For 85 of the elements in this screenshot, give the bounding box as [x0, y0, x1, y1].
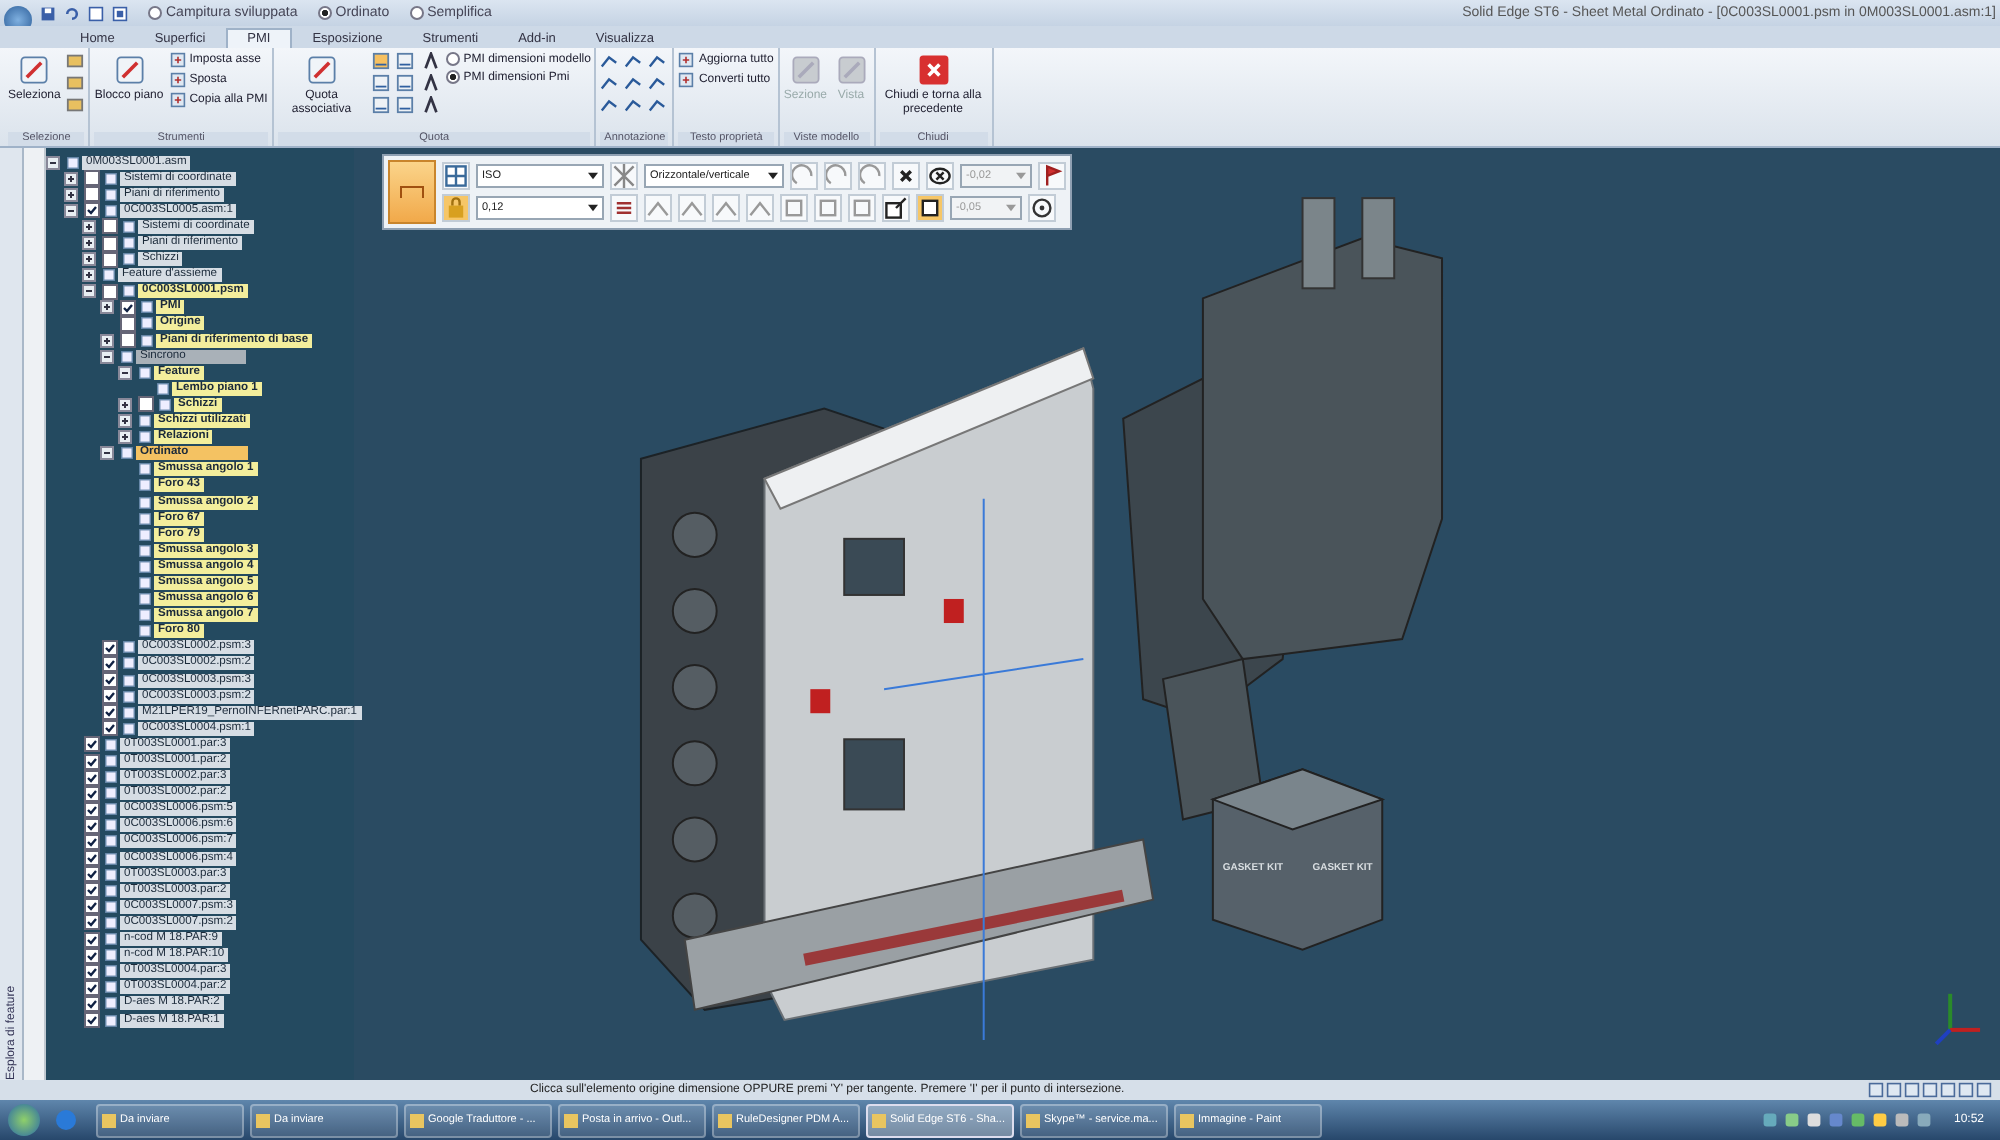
dimension-tool-icon[interactable] — [371, 74, 390, 92]
tool-icon — [16, 52, 53, 88]
caret-icon — [768, 172, 778, 180]
expand-toggle[interactable] — [100, 333, 114, 348]
dimension-tool-icon[interactable] — [395, 96, 414, 114]
undo-icon[interactable] — [64, 5, 80, 21]
caret-icon — [1006, 204, 1016, 212]
visibility-checkbox[interactable] — [102, 639, 118, 656]
visibility-checkbox[interactable] — [102, 218, 118, 235]
visibility-checkbox[interactable] — [102, 235, 118, 252]
expand-toggle[interactable] — [118, 397, 132, 412]
frame-icon[interactable] — [916, 194, 944, 222]
caret-icon — [588, 204, 598, 212]
flag-icon[interactable] — [1038, 162, 1066, 190]
expand-toggle[interactable] — [118, 430, 132, 445]
lock-icon[interactable] — [442, 194, 470, 222]
dimension-tool-icon[interactable] — [371, 52, 390, 70]
visibility-checkbox[interactable] — [102, 672, 118, 689]
expand-toggle[interactable] — [64, 203, 78, 218]
expand-toggle[interactable] — [82, 236, 96, 251]
visibility-checkbox[interactable] — [84, 850, 100, 867]
visibility-checkbox[interactable] — [138, 396, 154, 413]
visibility-checkbox[interactable] — [84, 202, 100, 219]
visibility-checkbox[interactable] — [84, 1012, 100, 1029]
visibility-checkbox[interactable] — [84, 186, 100, 203]
visibility-checkbox[interactable] — [102, 720, 118, 737]
visibility-checkbox[interactable] — [84, 898, 100, 915]
caret-icon — [1016, 172, 1026, 180]
part-icon — [66, 155, 80, 170]
tool-icon — [111, 52, 148, 88]
expand-toggle[interactable] — [82, 284, 96, 299]
dimension-tool-icon[interactable] — [712, 194, 740, 222]
dimension-style-button[interactable] — [388, 160, 436, 224]
visibility-checkbox[interactable] — [102, 688, 118, 705]
tool-icon — [169, 92, 186, 108]
view-tool-icon[interactable] — [814, 194, 842, 222]
curve-tool-icon[interactable] — [824, 162, 852, 190]
close-icon — [915, 52, 951, 88]
dimension-tool-icon[interactable] — [395, 52, 414, 70]
expand-toggle[interactable] — [46, 155, 60, 170]
expand-toggle[interactable] — [118, 365, 132, 380]
close-icon[interactable] — [892, 162, 920, 190]
expand-toggle[interactable] — [82, 268, 96, 283]
expand-toggle[interactable] — [64, 171, 78, 186]
expand-toggle[interactable] — [100, 349, 114, 364]
visibility-checkbox[interactable] — [84, 753, 100, 770]
dimension-tool-icon[interactable] — [395, 74, 414, 92]
expand-toggle[interactable] — [100, 446, 114, 461]
save-icon[interactable] — [40, 5, 56, 21]
tolerance-icon[interactable] — [926, 162, 954, 190]
caret-icon — [588, 172, 598, 180]
visibility-checkbox[interactable] — [84, 914, 100, 931]
start-button[interactable] — [8, 1104, 40, 1136]
edit-icon[interactable] — [882, 194, 910, 222]
tool-icon — [787, 52, 824, 88]
visibility-checkbox[interactable] — [84, 931, 100, 948]
view-tool-icon[interactable] — [780, 194, 808, 222]
visibility-checkbox[interactable] — [120, 332, 136, 349]
visibility-checkbox[interactable] — [102, 283, 118, 300]
tool-icon — [303, 52, 340, 88]
visibility-checkbox[interactable] — [102, 704, 118, 721]
visibility-checkbox[interactable] — [84, 866, 100, 883]
tool-icon — [169, 52, 186, 68]
visibility-checkbox[interactable] — [84, 170, 100, 187]
expand-toggle[interactable] — [100, 300, 114, 315]
dimension-tool-icon[interactable] — [371, 96, 390, 114]
dimension-tool-icon[interactable] — [678, 194, 706, 222]
tool-icon — [169, 72, 186, 88]
expand-toggle[interactable] — [118, 414, 132, 429]
expand-toggle[interactable] — [82, 219, 96, 234]
expand-toggle[interactable] — [64, 187, 78, 202]
scrollbar[interactable] — [24, 148, 46, 1080]
axis-triad-icon — [1934, 993, 1981, 1046]
visibility-checkbox[interactable] — [84, 882, 100, 899]
visibility-checkbox[interactable] — [120, 299, 136, 316]
text-align-icon[interactable] — [610, 194, 638, 222]
tool-icon — [678, 52, 695, 68]
visibility-checkbox[interactable] — [84, 736, 100, 753]
tool-icon — [678, 72, 695, 88]
expand-toggle[interactable] — [82, 252, 96, 267]
target-icon[interactable] — [1028, 194, 1056, 222]
curve-tool-icon[interactable] — [790, 162, 818, 190]
table-icon[interactable] — [442, 162, 470, 190]
dimension-tool-icon[interactable] — [746, 194, 774, 222]
tool-icon — [833, 52, 869, 88]
